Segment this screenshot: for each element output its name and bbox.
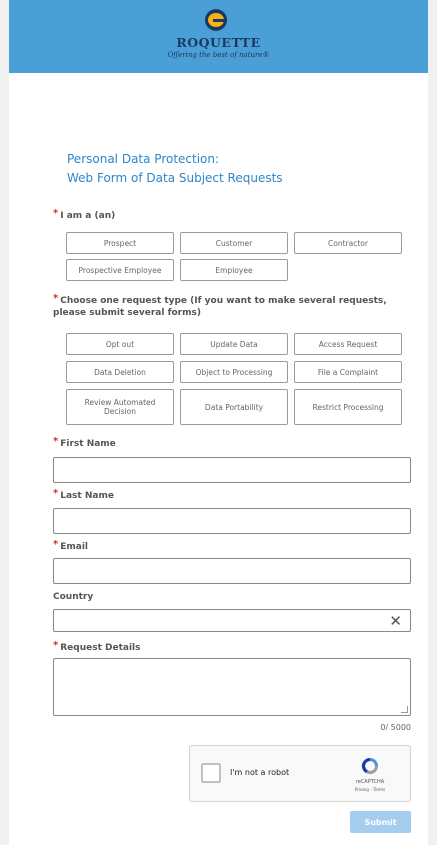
option-opt-out[interactable]: Opt out — [66, 333, 174, 355]
country-label: Country — [53, 592, 94, 602]
recaptcha-logo-icon — [361, 757, 379, 775]
submit-button[interactable]: Submit — [350, 811, 411, 833]
resize-handle-icon[interactable] — [401, 706, 408, 713]
option-data-deletion[interactable]: Data Deletion — [66, 361, 174, 383]
email-label: * Email — [53, 539, 89, 552]
request-type-label: * Choose one request type (If you want to… — [53, 293, 387, 318]
option-data-portability[interactable]: Data Portability — [180, 389, 288, 425]
clear-icon[interactable]: ✕ — [389, 612, 402, 630]
option-review-automated-decision[interactable]: Review Automated Decision — [66, 389, 174, 425]
option-prospect[interactable]: Prospect — [66, 232, 174, 254]
recaptcha-widget: I'm not a robot reCAPTCHA Privacy - Term… — [189, 745, 411, 802]
request-details-label: * Request Details — [53, 640, 141, 653]
first-name-input[interactable] — [53, 457, 411, 483]
required-marker: * — [53, 488, 59, 499]
option-contractor[interactable]: Contractor — [294, 232, 402, 254]
option-customer[interactable]: Customer — [180, 232, 288, 254]
i-am-label: * I am a (an) — [53, 208, 116, 221]
recaptcha-checkbox[interactable] — [201, 763, 221, 783]
form-page: ROQUETTE Offering the best of nature® Pe… — [9, 0, 428, 845]
required-marker: * — [53, 539, 59, 550]
recaptcha-label: I'm not a robot — [230, 768, 290, 777]
character-counter: 0/ 5000 — [380, 723, 411, 732]
request-details-textarea[interactable] — [53, 658, 411, 716]
roquette-logo-icon — [205, 9, 227, 31]
required-marker: * — [53, 640, 59, 651]
page-title: Personal Data Protection: Web Form of Da… — [67, 152, 283, 185]
option-object-to-processing[interactable]: Object to Processing — [180, 361, 288, 383]
required-marker: * — [53, 436, 59, 447]
required-marker: * — [53, 293, 59, 304]
header-banner: ROQUETTE Offering the best of nature® — [9, 0, 428, 73]
required-marker: * — [53, 208, 59, 219]
brand-tagline: Offering the best of nature® — [167, 51, 270, 59]
first-name-label: * First Name — [53, 436, 116, 449]
option-access-request[interactable]: Access Request — [294, 333, 402, 355]
brand-name: ROQUETTE — [176, 35, 261, 50]
email-input[interactable] — [53, 558, 411, 584]
recaptcha-brand: reCAPTCHA — [355, 779, 385, 785]
option-file-a-complaint[interactable]: File a Complaint — [294, 361, 402, 383]
recaptcha-links[interactable]: Privacy - Terms — [340, 787, 400, 792]
option-restrict-processing[interactable]: Restrict Processing — [294, 389, 402, 425]
option-employee[interactable]: Employee — [180, 259, 288, 281]
option-prospective-employee[interactable]: Prospective Employee — [66, 259, 174, 281]
country-select[interactable]: ✕ — [53, 609, 411, 632]
option-update-data[interactable]: Update Data — [180, 333, 288, 355]
last-name-label: * Last Name — [53, 488, 114, 501]
last-name-input[interactable] — [53, 508, 411, 534]
